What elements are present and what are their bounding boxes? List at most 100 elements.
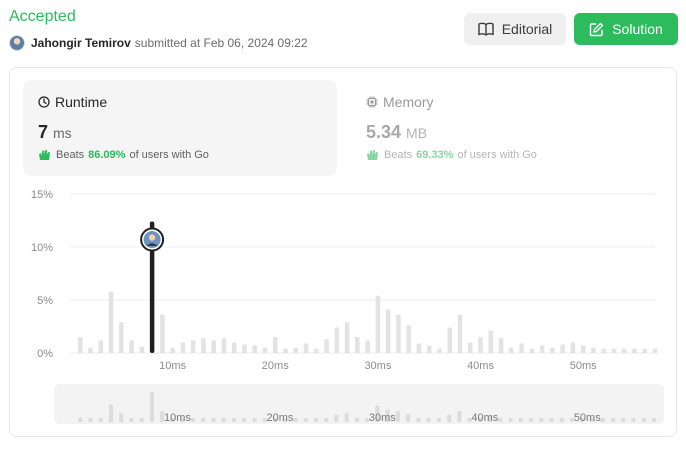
distribution-bar[interactable] <box>293 347 299 353</box>
distribution-bar[interactable] <box>550 347 555 353</box>
distribution-bar[interactable] <box>406 325 411 353</box>
distribution-bar[interactable] <box>108 291 114 353</box>
submission-status: Accepted <box>9 8 76 25</box>
mini-bar <box>549 418 554 422</box>
distribution-bar[interactable] <box>396 314 401 353</box>
submitter-info: Jahongir Temirov submitted at Feb 06, 20… <box>9 35 308 51</box>
mini-bar <box>406 414 411 422</box>
distribution-bar[interactable] <box>498 338 504 353</box>
distribution-bar[interactable] <box>355 337 360 353</box>
distribution-bar[interactable] <box>129 340 134 353</box>
distribution-bar[interactable] <box>426 345 432 353</box>
distribution-bar[interactable] <box>509 347 514 353</box>
distribution-bar[interactable] <box>478 337 483 353</box>
distribution-bar[interactable] <box>273 337 278 353</box>
distribution-bar[interactable] <box>601 348 606 353</box>
distribution-bar[interactable] <box>375 295 381 353</box>
distribution-bar[interactable] <box>632 348 637 353</box>
distribution-bar[interactable] <box>468 342 473 353</box>
editorial-button[interactable]: Editorial <box>464 13 566 45</box>
distribution-bar[interactable] <box>652 348 658 353</box>
range-tick-label: 50ms <box>574 412 601 424</box>
distribution-bar[interactable] <box>365 340 370 353</box>
mini-bar <box>344 413 349 422</box>
distribution-bar[interactable] <box>488 330 494 353</box>
distribution-bar[interactable] <box>221 338 227 353</box>
mini-bar <box>242 418 247 422</box>
mini-bar <box>621 418 626 422</box>
distribution-bar[interactable] <box>160 314 165 353</box>
distribution-bar[interactable] <box>231 342 237 353</box>
distribution-bar[interactable] <box>591 347 596 353</box>
user-avatar-marker[interactable] <box>140 227 165 252</box>
distribution-bar[interactable] <box>416 343 422 353</box>
distribution-bar[interactable] <box>580 345 586 353</box>
edit-icon <box>590 22 604 36</box>
distribution-bar[interactable] <box>529 348 535 353</box>
mini-bar <box>508 418 513 422</box>
distribution-bar[interactable] <box>252 345 257 353</box>
distribution-bar[interactable] <box>98 340 104 353</box>
distribution-bar[interactable] <box>180 342 186 353</box>
distribution-bar[interactable] <box>78 337 83 353</box>
distribution-bar[interactable] <box>539 345 545 353</box>
x-tick-label: 40ms <box>467 360 494 372</box>
distribution-bar[interactable] <box>119 322 124 353</box>
mini-bar <box>436 418 441 422</box>
distribution-bar[interactable] <box>642 348 647 353</box>
mini-bar <box>498 417 503 422</box>
mini-bar <box>119 413 124 422</box>
mini-bar <box>303 418 308 422</box>
distribution-bar[interactable] <box>324 339 329 353</box>
mini-bar <box>211 418 216 422</box>
distribution-bar[interactable] <box>201 338 206 353</box>
distribution-bar[interactable] <box>303 343 309 353</box>
distribution-bar[interactable] <box>560 344 565 353</box>
solution-button[interactable]: Solution <box>574 13 678 45</box>
mini-bar <box>139 418 144 422</box>
distribution-bar[interactable] <box>385 309 391 353</box>
y-tick-label: 5% <box>37 295 53 307</box>
distribution-bar[interactable] <box>437 348 442 353</box>
mini-bar <box>190 418 195 422</box>
mini-bar <box>252 418 257 422</box>
distribution-bar[interactable] <box>88 347 93 353</box>
mini-bar <box>334 414 339 422</box>
mini-bar <box>631 418 636 422</box>
range-tick-label: 30ms <box>369 412 396 424</box>
x-tick-label: 30ms <box>364 360 391 372</box>
distribution-bar[interactable] <box>139 346 145 353</box>
runtime-distribution-chart[interactable]: 15% 10% 5% 0% 10ms 20ms 30ms 40ms 50ms 10ms 20ms 30… <box>10 68 678 438</box>
x-tick-label: 20ms <box>262 360 289 372</box>
distribution-bar[interactable] <box>621 348 627 353</box>
distribution-bar[interactable] <box>283 348 288 353</box>
distribution-bar[interactable] <box>262 347 268 353</box>
distribution-bar[interactable] <box>570 342 576 353</box>
distribution-bar[interactable] <box>344 322 350 353</box>
mini-bar <box>78 417 83 422</box>
distribution-bar[interactable] <box>211 340 216 353</box>
mini-bar <box>652 418 656 422</box>
mini-bar <box>313 418 318 422</box>
submitter-name[interactable]: Jahongir Temirov <box>31 36 131 50</box>
distribution-bar[interactable] <box>519 343 524 353</box>
y-tick-label: 15% <box>31 189 53 201</box>
distribution-bar[interactable] <box>314 348 319 353</box>
distribution-bar[interactable] <box>457 314 463 353</box>
avatar-face <box>148 234 156 241</box>
distribution-bar[interactable] <box>242 344 247 353</box>
avatar[interactable] <box>9 35 25 51</box>
mini-bar <box>395 411 400 422</box>
x-tick-label: 50ms <box>570 360 597 372</box>
mini-bar <box>641 418 646 422</box>
distribution-bar[interactable] <box>447 327 452 353</box>
mini-bar <box>88 418 93 422</box>
distribution-bar[interactable] <box>190 340 196 353</box>
distribution-bar[interactable] <box>170 347 175 353</box>
mini-bar <box>98 418 103 422</box>
mini-bar <box>354 417 359 422</box>
distribution-bar[interactable] <box>334 327 340 353</box>
distribution-bar[interactable] <box>611 348 617 353</box>
range-tick-label: 40ms <box>471 412 498 424</box>
mini-bar <box>129 418 134 422</box>
